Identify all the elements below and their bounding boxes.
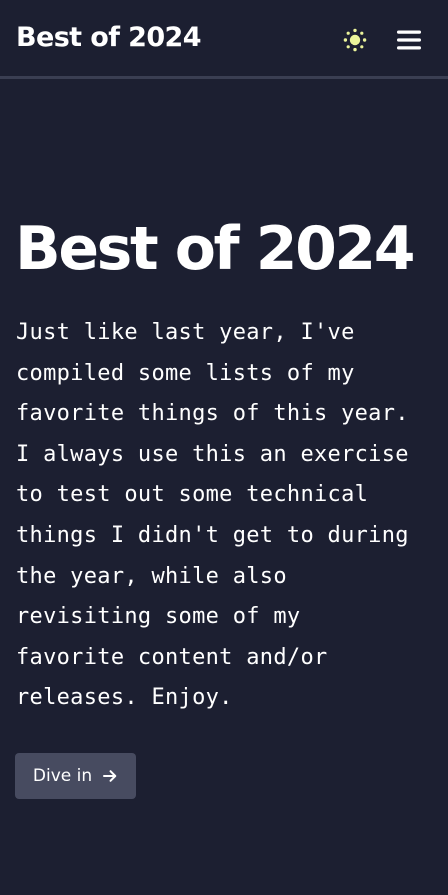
intro-line: I always use this an exercise — [16, 441, 409, 467]
intro-line: favorite things of this year. — [16, 401, 409, 427]
dive-in-label: Dive in — [32, 766, 93, 786]
intro-line: compiled some lists of my — [16, 360, 355, 386]
intro-paragraph: Just like last year, I've compiled some … — [16, 313, 432, 719]
top-navigation-bar: Best of 2024 — [0, 0, 448, 79]
theme-toggle-button[interactable] — [341, 26, 369, 54]
intro-line: things I didn't get to during — [16, 522, 409, 548]
intro-line: to test out some technical — [16, 482, 369, 508]
intro-line: favorite content and/or — [16, 644, 328, 670]
arrow-right-icon — [102, 768, 118, 784]
sun-icon — [343, 28, 367, 52]
page-title: Best of 2024 — [15, 214, 416, 284]
intro-line: releases. Enjoy. — [16, 685, 233, 711]
hamburger-menu-icon — [397, 30, 421, 50]
site-title[interactable]: Best of 2024 — [16, 20, 202, 56]
intro-line: revisiting some of my — [16, 604, 301, 630]
intro-line: the year, while also — [16, 563, 287, 589]
intro-line: Just like last year, I've — [16, 320, 355, 345]
dive-in-button[interactable]: Dive in — [15, 753, 136, 799]
menu-button[interactable] — [394, 25, 424, 55]
